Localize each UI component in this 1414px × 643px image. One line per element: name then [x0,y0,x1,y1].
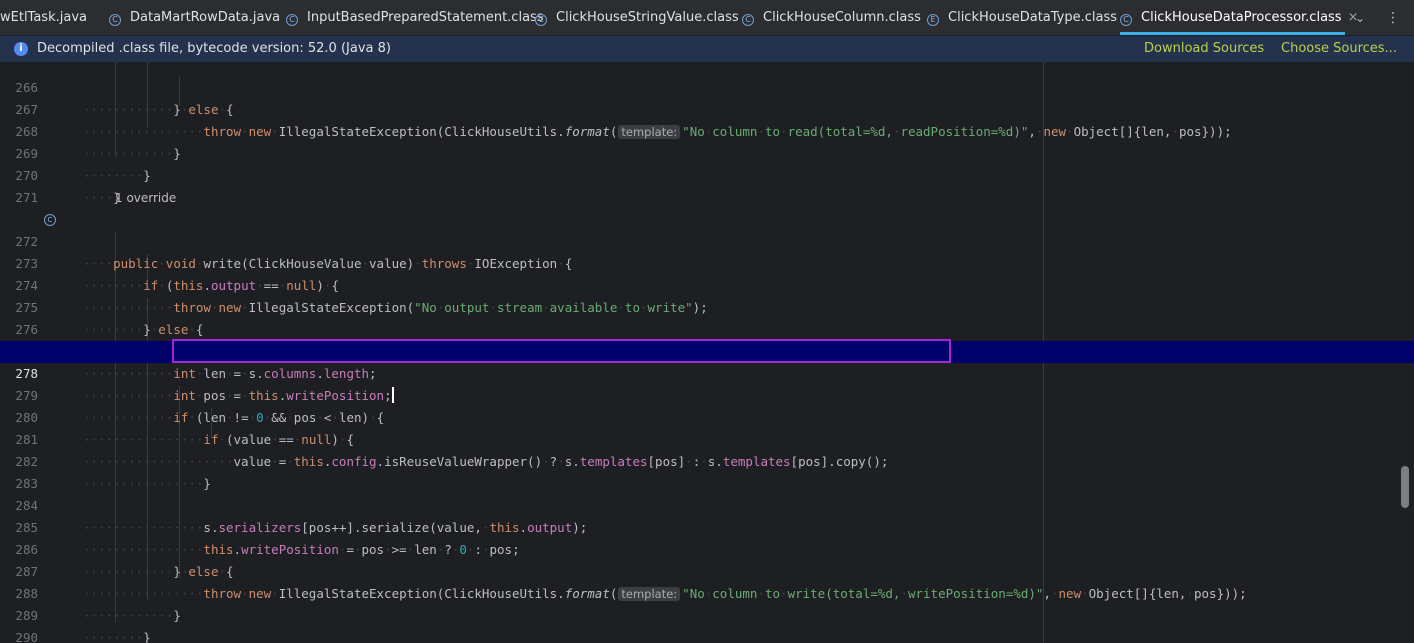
tab-label: ClickHouseDataType.class [948,10,1118,25]
code-line: 287 ················throw·new·IllegalSta… [0,539,1414,601]
highlight-box [172,339,951,363]
code-line: 279 ············if·(len·!=·0·&&·pos·<·le… [0,363,1414,425]
override-inlay-hint[interactable]: 1 override [115,187,176,209]
more-vertical-icon[interactable]: ⋮ [1386,0,1400,35]
banner-message: Decompiled .class file, bytecode version… [37,41,391,56]
code-line: 266 ············}·else·{ [0,62,1414,117]
enum-file-icon: E [927,14,939,26]
tab-label: ClickHouseDataProcessor.class [1141,10,1342,25]
code-line: 282 ················} [0,429,1414,491]
code-line: 284 ················s.serializers[pos++]… [0,473,1414,535]
code-line: 280 ················if·(value·==·null)·{ [0,385,1414,447]
class-file-icon: C [535,14,547,26]
tab-inputbasedpreparedstatement[interactable]: C InputBasedPreparedStatement.class [286,0,544,35]
tab-label: DataMartRowData.java [130,10,281,25]
decompiled-banner: i Decompiled .class file, bytecode versi… [0,36,1414,62]
class-file-icon: C [742,14,754,26]
class-file-icon: C [286,14,298,26]
code-line: 277 ············int·len·=·s.columns.leng… [0,319,1414,381]
choose-sources-link[interactable]: Choose Sources... [1281,36,1397,62]
overridden-method-icon[interactable]: C [44,214,56,226]
code-line: 283 [0,451,1414,491]
chevron-down-icon[interactable]: ⌄ [1355,0,1365,35]
code-line: 271 [0,165,1414,205]
tab-wetltask[interactable]: wEtlTask.java [0,0,87,35]
code-line: 274 ············throw·new·IllegalStateEx… [0,253,1414,315]
editor-tab-bar: wEtlTask.java C DataMartRowData.java C Inp… [0,0,1414,36]
java-class-icon: C [109,14,121,26]
tab-clickhousedatatype[interactable]: E ClickHouseDataType.class [927,0,1117,35]
code-line: 289 ········} [0,583,1414,643]
info-icon: i [14,42,28,56]
tab-label: wEtlTask.java [0,10,87,25]
code-line: 281 ····················value·=·this.con… [0,407,1414,469]
tab-clickhousecolumn[interactable]: C ClickHouseColumn.class [742,0,921,35]
tab-clickhousedataprocessor[interactable]: C ClickHouseDataProcessor.class × [1120,0,1359,35]
code-line: 268 ············} [0,99,1414,161]
code-line: 267 ················throw·new·IllegalSta… [0,77,1414,139]
tab-datamartrowdata[interactable]: C DataMartRowData.java [109,0,280,35]
tab-clickhousestringvalue[interactable]: C ClickHouseStringValue.class [535,0,739,35]
tab-label: ClickHouseColumn.class [763,10,921,25]
code-line: 291 [0,627,1414,643]
code-line: 270 ····} [0,143,1414,205]
code-line: 290 ····} [0,605,1414,643]
class-file-icon: C [1120,14,1132,26]
download-sources-link[interactable]: Download Sources [1144,36,1264,62]
code-line: 272 ····public·void·write(ClickHouseValu… [0,209,1414,271]
tab-label: ClickHouseStringValue.class [556,10,739,25]
code-line: 269 ········} [0,121,1414,183]
code-line: 273 ········if·(this.output·==·null)·{ [0,231,1414,293]
code-line: 276 ············DefaultSerDe·s·=·this.ge… [0,297,1414,359]
vertical-scrollbar-thumb[interactable] [1401,466,1409,508]
code-line: 285 ················this.writePosition·=… [0,495,1414,557]
line-number: 271 [15,190,38,205]
code-line: 286 ············}·else·{ [0,517,1414,579]
code-line: 288 ············} [0,561,1414,623]
code-editor[interactable]: 266 ············}·else·{ 267 ···········… [0,62,1414,643]
tab-label: InputBasedPreparedStatement.class [307,10,544,25]
code-line: 275 ········}·else·{ [0,275,1414,337]
